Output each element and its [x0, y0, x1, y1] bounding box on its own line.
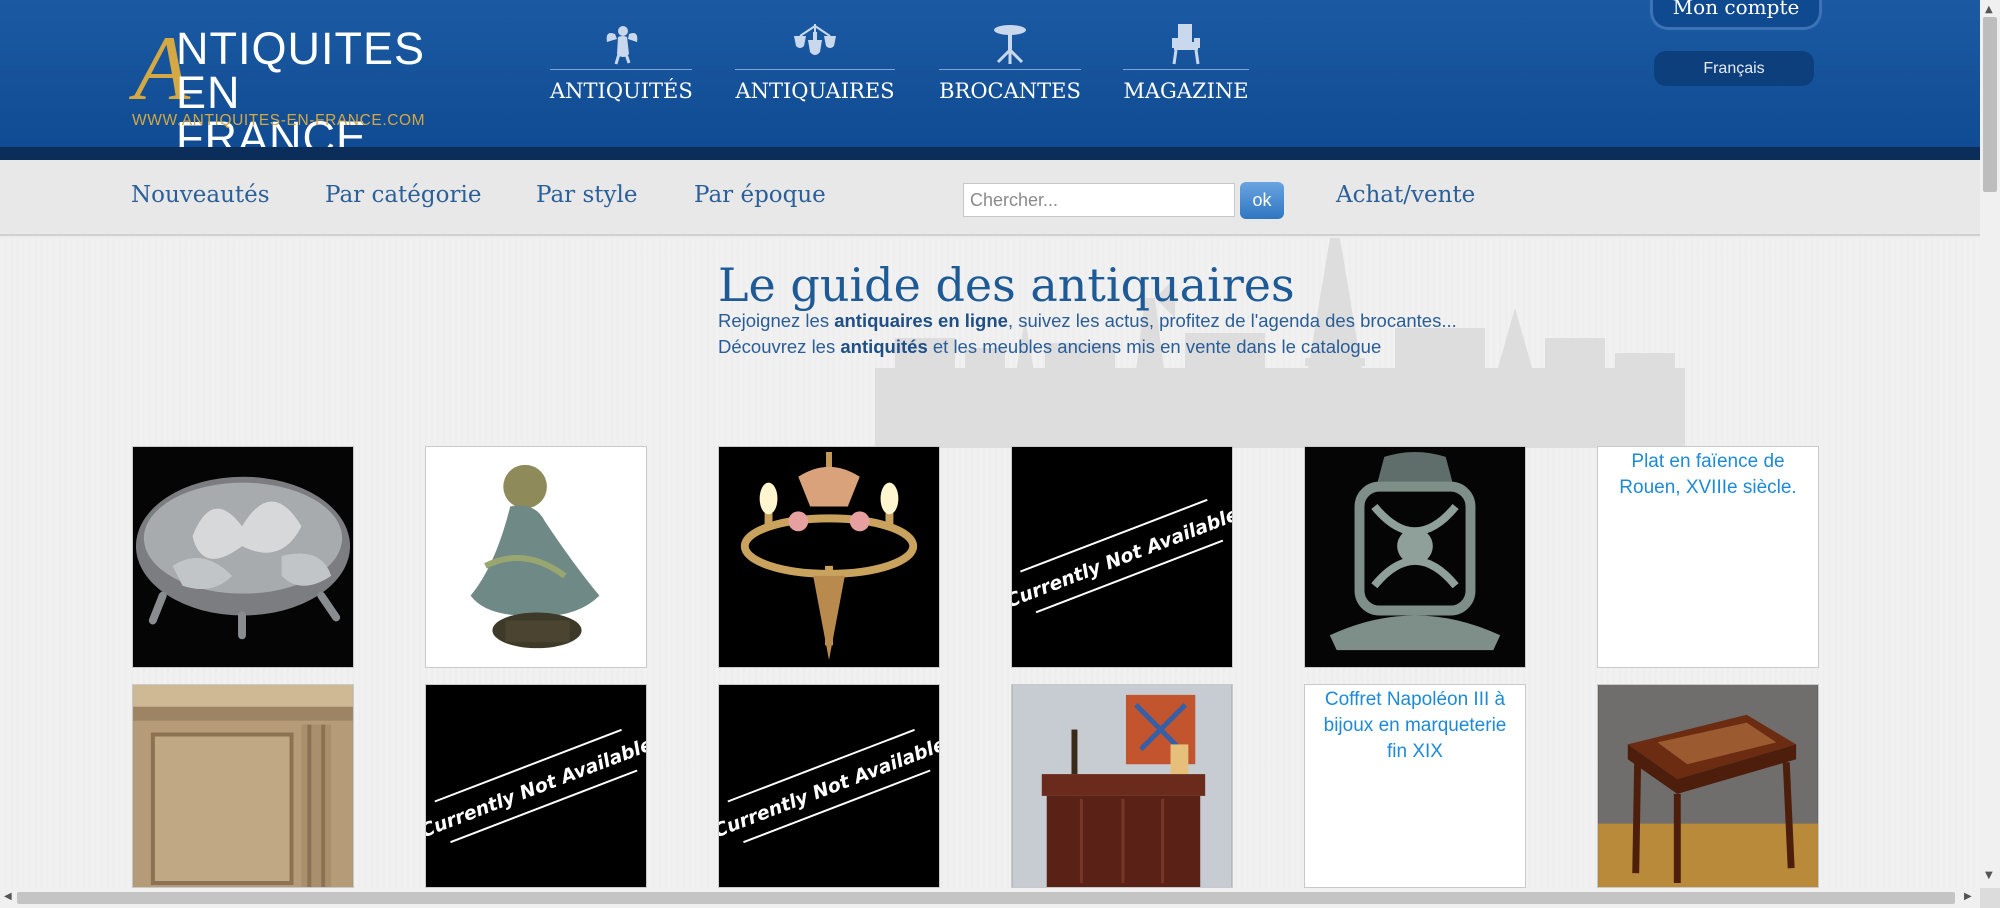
product-image [133, 685, 353, 887]
product-tile-oak-cabinet[interactable] [132, 684, 354, 888]
broken-image-alt-text: Coffret Napoléon III à bijoux en marquet… [1323, 689, 1507, 762]
product-tile-cast-iron-grille[interactable] [1304, 446, 1526, 668]
site-logo[interactable]: A NTIQUITES EN FRANCE WWW.ANTIQUITES-EN-… [130, 22, 440, 160]
gueridon-table-icon [994, 25, 1026, 64]
sub-nav: Nouveautés Par catégorie Par style Par é… [0, 160, 1980, 236]
product-tile-sideboard[interactable] [1011, 684, 1233, 888]
intro-line-1: Rejoignez les antiquaires en ligne, suiv… [718, 310, 1457, 332]
main-nav-label: MAGAZINE [1123, 79, 1249, 103]
account-label: Mon compte [1672, 0, 1800, 19]
product-tile-chandelier[interactable] [718, 446, 940, 668]
unavailable-placeholder-image: Currently Not Available [1012, 447, 1232, 667]
unavailable-placeholder-image: Currently Not Available [426, 685, 646, 887]
product-tile-writing-table[interactable] [1597, 684, 1819, 888]
main-nav-antiquaires[interactable]: ANTIQUAIRES [735, 22, 895, 112]
product-image [719, 447, 939, 667]
scrollbar-corner [1980, 888, 2000, 908]
sub-nav-nouveautes[interactable]: Nouveautés [131, 182, 270, 208]
main-nav-divider [939, 69, 1081, 70]
armchair-icon [1172, 24, 1200, 65]
intro-text: et les meubles anciens mis en vente dans… [927, 336, 1382, 357]
logo-url: WWW.ANTIQUITES-EN-FRANCE.COM [132, 112, 426, 129]
main-content: Le guide des antiquaires Rejoignez les a… [0, 238, 1980, 888]
chandelier-icon [794, 24, 836, 55]
intro-text: , suivez les actus, profitez de l'agenda… [1007, 310, 1457, 331]
search-input[interactable] [963, 183, 1235, 217]
product-image [1305, 447, 1525, 667]
product-tile-glass-bowl[interactable] [132, 446, 354, 668]
product-tile-plat-faience[interactable]: Plat en faïence de Rouen, XVIIIe siècle. [1597, 446, 1819, 668]
product-tile-unavailable[interactable]: Currently Not Available [425, 684, 647, 888]
main-nav-label: BROCANTES [939, 79, 1081, 103]
intro-text: Rejoignez les [718, 310, 835, 331]
site-header: A NTIQUITES EN FRANCE WWW.ANTIQUITES-EN-… [0, 0, 1980, 160]
product-image [133, 447, 353, 667]
language-selector[interactable]: Français [1654, 51, 1814, 86]
link-antiquaires-en-ligne[interactable]: antiquaires en ligne [834, 310, 1008, 331]
scroll-left-arrow-icon[interactable]: ◀ [4, 891, 12, 902]
page-title: Le guide des antiquaires [718, 258, 1295, 312]
intro-text: Découvrez les [718, 336, 841, 357]
main-nav-divider [550, 69, 692, 70]
main-nav-label: ANTIQUAIRES [735, 79, 895, 103]
product-tile-coffret-napoleon[interactable]: Coffret Napoléon III à bijoux en marquet… [1304, 684, 1526, 888]
main-nav-brocantes[interactable]: BROCANTES [939, 22, 1081, 112]
intro-line-2: Découvrez les antiquités et les meubles … [718, 336, 1381, 358]
search-ok-button[interactable]: ok [1240, 182, 1284, 219]
header-bottom-band [0, 147, 1980, 160]
product-image [426, 447, 646, 667]
product-image [1598, 685, 1818, 887]
sub-nav-par-categorie[interactable]: Par catégorie [325, 182, 481, 208]
logo-line-1: NTIQUITES [176, 23, 426, 74]
scroll-up-arrow-icon[interactable]: ▲ [1985, 4, 1993, 15]
main-nav-magazine[interactable]: MAGAZINE [1123, 22, 1249, 112]
product-tile-unavailable[interactable]: Currently Not Available [1011, 446, 1233, 668]
link-antiquites[interactable]: antiquités [840, 336, 927, 357]
sub-nav-par-style[interactable]: Par style [536, 182, 637, 208]
main-nav-divider [1123, 69, 1249, 70]
horizontal-scrollbar[interactable]: ◀ ▶ [0, 888, 1980, 908]
language-label: Français [1703, 60, 1765, 77]
broken-image-alt-text: Plat en faïence de Rouen, XVIIIe siècle. [1619, 451, 1797, 498]
sub-nav-achat-vente[interactable]: Achat/vente [1336, 182, 1475, 208]
sub-nav-par-epoque[interactable]: Par époque [694, 182, 826, 208]
product-tile-unavailable[interactable]: Currently Not Available [718, 684, 940, 888]
product-tile-bronze-girl[interactable] [425, 446, 647, 668]
main-nav-label: ANTIQUITÉS [550, 79, 693, 103]
vertical-scrollbar[interactable]: ▲ ▼ [1980, 0, 2000, 888]
account-button[interactable]: Mon compte [1650, 0, 1822, 30]
product-image [1012, 685, 1232, 887]
horizontal-scroll-thumb[interactable] [17, 892, 1955, 904]
cherub-icon [606, 26, 638, 65]
scroll-right-arrow-icon[interactable]: ▶ [1964, 891, 1972, 902]
unavailable-placeholder-image: Currently Not Available [719, 685, 939, 887]
vertical-scroll-thumb[interactable] [1983, 17, 1997, 192]
main-nav-divider [735, 69, 895, 70]
main-nav-antiquites[interactable]: ANTIQUITÉS [550, 22, 693, 112]
scroll-down-arrow-icon[interactable]: ▼ [1985, 870, 1993, 881]
